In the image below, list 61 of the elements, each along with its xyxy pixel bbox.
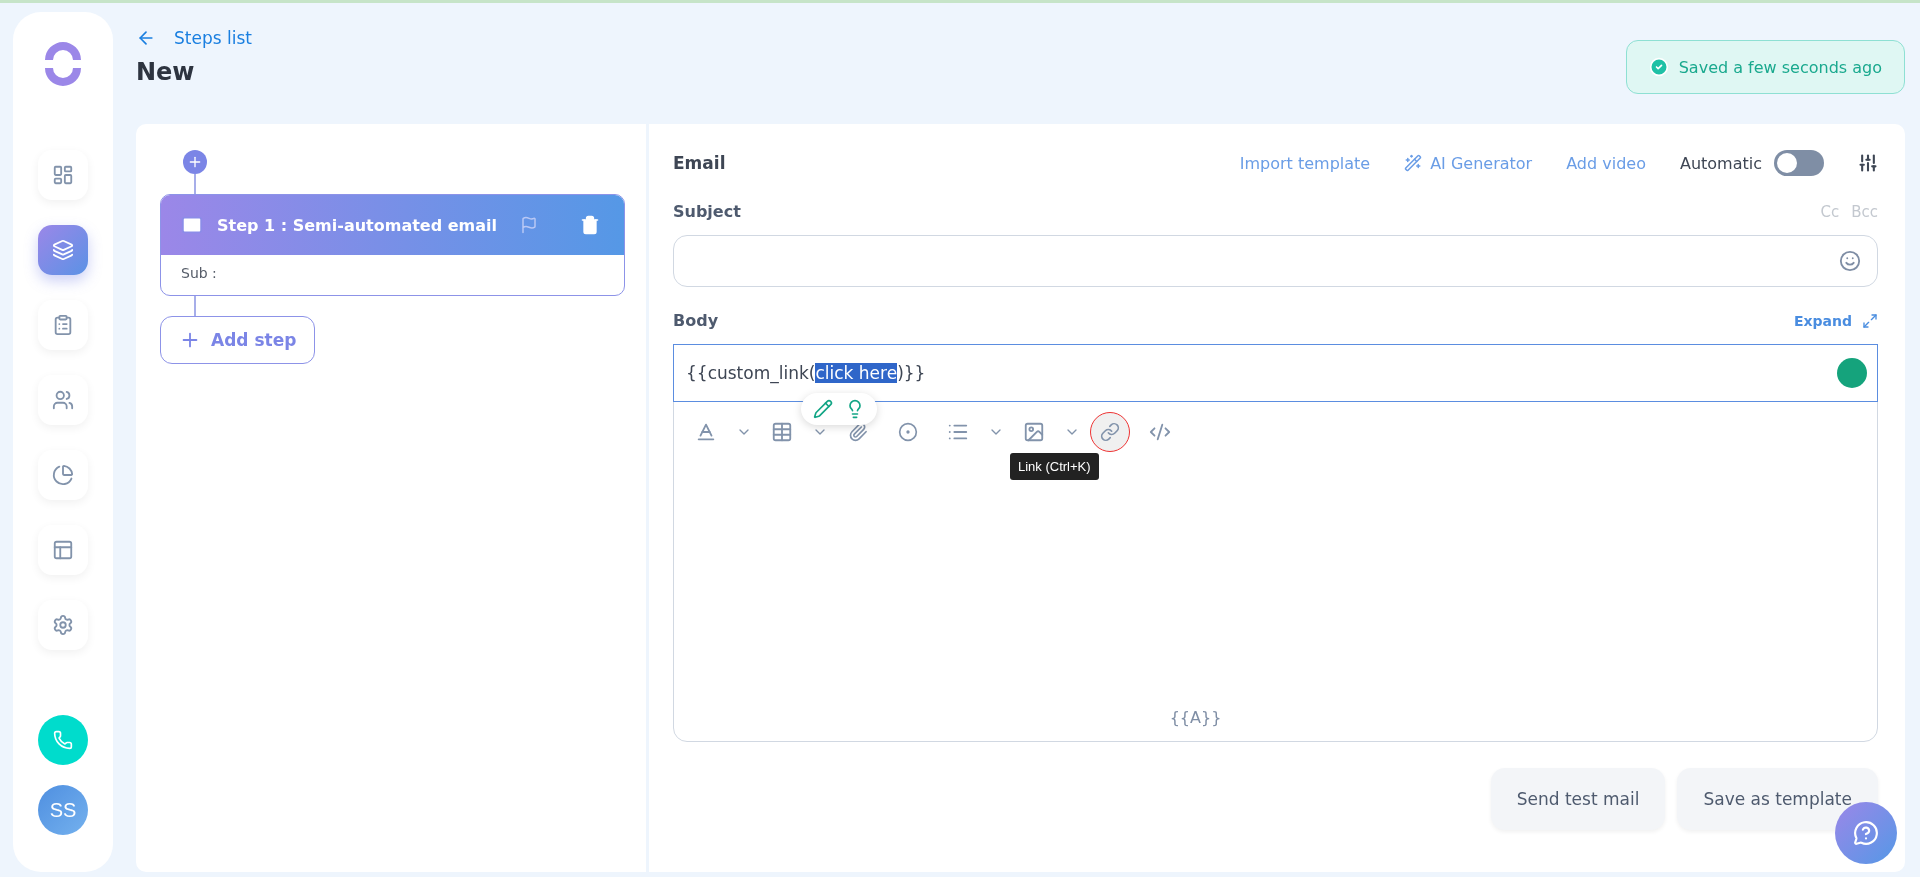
emoji-icon <box>1839 250 1861 272</box>
sidebar-item[interactable] <box>38 600 88 650</box>
toggle-label: Automatic <box>1679 153 1762 173</box>
page-title: New <box>136 58 196 86</box>
cc-link[interactable]: Cc <box>1820 202 1840 221</box>
delete-icon <box>580 215 600 235</box>
sidebar-item[interactable] <box>38 300 88 350</box>
layers-icon <box>52 239 74 261</box>
insert-step-button[interactable] <box>183 150 207 174</box>
action-button[interactable]: Save as template <box>1677 768 1878 830</box>
editor-text: {{custom_link(click here)}} <box>686 363 926 383</box>
flag-icon <box>520 216 538 234</box>
sidebar-item[interactable] <box>38 225 88 275</box>
user-avatar[interactable]: SS <box>38 785 88 835</box>
back-link[interactable]: Steps list <box>136 28 252 48</box>
saved-status-badge: Saved a few seconds ago <box>1625 40 1905 94</box>
link-tool[interactable] <box>1090 412 1130 452</box>
step-subject: Sub : <box>181 265 217 281</box>
toolbar-link[interactable]: AI Generator <box>1404 153 1533 173</box>
text-color-icon <box>695 421 717 443</box>
table-icon <box>771 421 793 443</box>
circle-icon <box>898 422 918 442</box>
people-icon <box>52 389 74 411</box>
toolbar-link[interactable]: Add video <box>1566 153 1646 173</box>
question-bubble-icon <box>1853 820 1879 846</box>
link-icon <box>1100 422 1120 442</box>
section-title: Email <box>673 153 726 173</box>
sidebar-item[interactable] <box>38 375 88 425</box>
step-title: Step 1 : Semi-automated email <box>217 215 498 235</box>
phone-button[interactable] <box>38 715 88 765</box>
magic-wand-icon <box>1404 154 1423 172</box>
field-label: Subject <box>673 202 741 221</box>
image-icon <box>1023 421 1045 443</box>
dashboard-icon <box>52 164 74 186</box>
layout-icon <box>52 539 74 561</box>
bcc-link[interactable]: Bcc <box>1851 202 1878 221</box>
clipboard-icon <box>52 314 74 336</box>
check-circle-icon <box>1648 57 1669 77</box>
action-button[interactable]: Send test mail <box>1490 768 1666 830</box>
toolbar-link[interactable]: Import template <box>1239 153 1371 173</box>
code-icon <box>1149 421 1171 443</box>
phone-icon <box>53 730 73 750</box>
automatic-toggle[interactable] <box>1774 150 1824 176</box>
settings-icon <box>52 614 74 636</box>
sidebar-item[interactable] <box>38 150 88 200</box>
step-card[interactable]: Step 1 : Semi-automated email Sub : <box>160 194 625 296</box>
expand-icon <box>1862 312 1878 329</box>
sidebar-item[interactable] <box>38 525 88 575</box>
sidebar-item[interactable] <box>38 450 88 500</box>
tooltip: Link (Ctrl+K) <box>1010 453 1099 480</box>
body-editor[interactable]: {{custom_link(click here)}} Link (Ctrl+K) {{A}} <box>673 344 1878 742</box>
add-step-button[interactable]: Add step <box>160 316 316 364</box>
subject-field[interactable] <box>673 235 1878 287</box>
paperclip-icon <box>848 422 868 442</box>
pie-chart-icon <box>52 464 74 486</box>
sliders-icon <box>1858 153 1878 173</box>
expand-link[interactable]: Expand <box>1793 312 1878 329</box>
editor-placeholder-tag: {{A}} <box>1169 708 1222 741</box>
plus-icon <box>187 154 203 170</box>
field-label: Body <box>673 311 719 330</box>
pencil-icon <box>813 399 833 419</box>
